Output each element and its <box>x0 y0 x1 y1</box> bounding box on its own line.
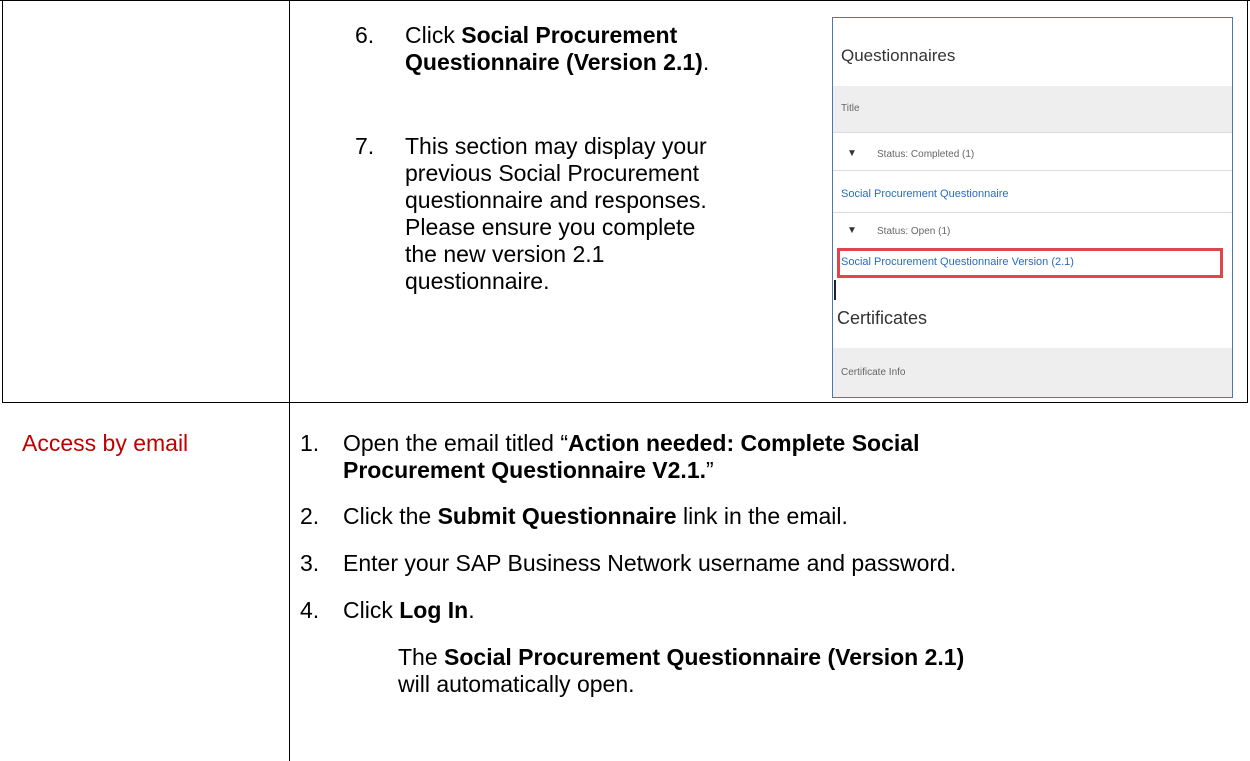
step-text: Click Log In. <box>343 597 1223 624</box>
text-cursor <box>834 280 836 300</box>
step-number: 3. <box>300 550 320 576</box>
step-text-plain: Click <box>405 22 462 48</box>
table-right-border <box>1247 0 1248 402</box>
step-text-plain: . <box>702 49 710 75</box>
step-text: Click Social Procurement Questionnaire (… <box>405 22 815 76</box>
table-top-border <box>0 0 1250 1</box>
step-text-line: questionnaire. <box>405 268 550 294</box>
step-text: Enter your SAP Business Network username… <box>343 550 957 576</box>
table-column-divider <box>289 0 290 761</box>
step-text-line: Please ensure you complete <box>405 214 696 240</box>
step-number: 1. <box>300 430 320 456</box>
row-divider <box>833 212 1232 213</box>
step-text-plain: ” <box>706 457 714 483</box>
table-left-border <box>2 0 3 402</box>
step-number: 4. <box>300 597 320 623</box>
status-open-group[interactable]: Status: Open (1) <box>877 226 950 237</box>
step-text: Click the Submit Questionnaire link in t… <box>343 503 1223 530</box>
certificates-heading: Certificates <box>837 308 928 328</box>
result-note: The Social Procurement Questionnaire (Ve… <box>398 644 998 698</box>
step-text-plain: Click the <box>343 503 438 529</box>
access-by-email-label: Access by email <box>22 430 189 456</box>
step-number: 6. <box>355 22 375 48</box>
step-text: Open the email titled “Action needed: Co… <box>343 430 963 484</box>
title-column-label: Title <box>841 103 860 114</box>
step-text-plain: Click <box>343 597 400 623</box>
step-number: 2. <box>300 503 320 529</box>
note-text-bold: Social Procurement Questionnaire (Versio… <box>444 644 965 670</box>
step-number: 7. <box>355 133 375 159</box>
step-text-line: This section may display your <box>405 133 707 159</box>
row-divider <box>833 170 1232 171</box>
step-text: This section may display your previous S… <box>405 133 825 295</box>
step-text-plain: Open the email titled “ <box>343 430 569 456</box>
status-completed-group[interactable]: Status: Completed (1) <box>877 149 974 160</box>
questionnaires-screenshot: Questionnaires Title ▼ Status: Completed… <box>832 17 1233 398</box>
step-text-plain: . <box>468 597 475 623</box>
step-text-line: previous Social Procurement <box>405 160 700 186</box>
triangle-down-icon[interactable]: ▼ <box>847 148 857 159</box>
step-text-bold: Log In <box>399 597 469 623</box>
note-text-plain: will automatically open. <box>398 671 635 697</box>
questionnaires-heading: Questionnaires <box>841 46 956 65</box>
note-text-plain: The <box>398 644 445 670</box>
open-questionnaire-link[interactable]: Social Procurement Questionnaire Version… <box>841 256 1074 268</box>
step-text-bold: Submit Questionnaire <box>437 503 677 529</box>
certificate-info-column-header: Certificate Info <box>833 348 1232 397</box>
certificate-info-column-label: Certificate Info <box>841 367 906 378</box>
step-text-plain: link in the email. <box>676 503 848 529</box>
title-column-header: Title <box>833 86 1232 132</box>
completed-questionnaire-link[interactable]: Social Procurement Questionnaire <box>841 188 1009 200</box>
table-row-divider <box>2 402 1248 403</box>
step-text-line: questionnaire and responses. <box>405 187 707 213</box>
triangle-down-icon[interactable]: ▼ <box>847 225 857 236</box>
step-text-line: the new version 2.1 <box>405 241 605 267</box>
row-divider <box>833 132 1232 133</box>
